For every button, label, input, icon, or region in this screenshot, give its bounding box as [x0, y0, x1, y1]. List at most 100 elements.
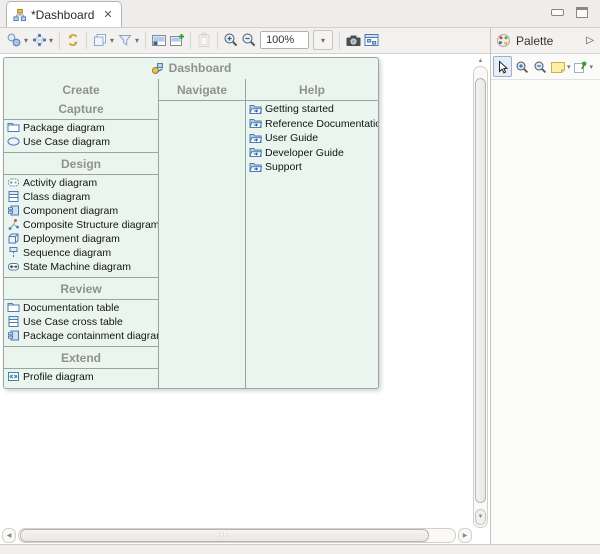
palette-header[interactable]: Palette ▷ [491, 28, 600, 54]
maximize-icon[interactable] [576, 7, 588, 18]
palette-expand-icon[interactable]: ▷ [586, 35, 594, 46]
diagram-properties-button[interactable] [362, 30, 380, 50]
item-deployment-diagram[interactable]: Deployment diagram [4, 232, 158, 246]
table-icon [7, 315, 20, 328]
item-label: Profile diagram [23, 371, 94, 383]
column-header-help: Help [246, 79, 378, 99]
item-label: Documentation table [23, 302, 119, 314]
item-use-case-cross-table[interactable]: Use Case cross table [4, 315, 158, 329]
editor-tab-bar: *Dashboard ✕ [0, 0, 600, 28]
item-label: Getting started [265, 103, 334, 115]
editor-column: ▾ ▾ [0, 28, 491, 544]
zoom-in-button[interactable] [222, 30, 240, 50]
filters-button[interactable] [116, 30, 134, 50]
horizontal-scroll-track[interactable]: ∶∶∶ [18, 528, 456, 543]
palette-toolbar: ▾ ▾ [491, 54, 600, 80]
item-label: User Guide [265, 132, 318, 144]
separator-line [4, 174, 158, 175]
help-item-user-guide[interactable]: User Guide [246, 131, 378, 146]
palette-zoom-out-button[interactable] [531, 57, 548, 76]
item-profile-diagram[interactable]: Profile diagram [4, 370, 158, 384]
item-label: Use Case cross table [23, 316, 123, 328]
item-documentation-table[interactable]: Documentation table [4, 301, 158, 315]
palette-body[interactable] [491, 80, 600, 544]
section-header-review: Review [4, 279, 158, 298]
section-header-design: Design [4, 154, 158, 173]
zoom-level-value[interactable]: 100% [260, 31, 309, 49]
tab-dashboard[interactable]: *Dashboard ✕ [6, 1, 122, 27]
dropdown-arrow-icon[interactable]: ▾ [110, 36, 114, 45]
item-package-diagram[interactable]: Package diagram [4, 121, 158, 135]
dropdown-arrow-icon[interactable]: ▾ [135, 36, 139, 45]
item-state-machine-diagram[interactable]: State Machine diagram [4, 260, 158, 274]
vertical-scroll-thumb[interactable] [475, 78, 486, 503]
add-image-button[interactable] [168, 30, 186, 50]
sync-arrows-icon [65, 32, 81, 48]
toolbar-separator [59, 32, 60, 49]
export-image-button[interactable] [150, 30, 168, 50]
diagram-toolbar: ▾ ▾ [0, 28, 490, 54]
separator-line [4, 277, 158, 278]
item-package-containment-diagram[interactable]: Package containment diagram [4, 329, 158, 343]
zoom-level-combo[interactable]: 100% ▾ [260, 30, 333, 50]
profile-diagram-icon [7, 370, 20, 383]
item-label: Sequence diagram [23, 247, 111, 259]
note-tool-button[interactable] [549, 57, 566, 76]
filter-funnel-icon [117, 32, 133, 48]
toolbar-separator [86, 32, 87, 49]
zoom-out-button[interactable] [240, 30, 258, 50]
dropdown-arrow-icon[interactable]: ▾ [24, 36, 28, 45]
palette-zoom-in-button[interactable] [513, 57, 530, 76]
horizontal-scrollbar[interactable]: ◀ ∶∶∶ ▶ [2, 529, 472, 542]
scroll-down-button[interactable]: ▼ [475, 509, 486, 525]
scroll-grip-icon: ∶∶∶ [219, 533, 230, 538]
scroll-right-button[interactable]: ▶ [458, 528, 472, 543]
cursor-icon [496, 60, 509, 74]
item-class-diagram[interactable]: Class diagram [4, 190, 158, 204]
zoom-in-icon [223, 32, 239, 48]
select-tool-button[interactable] [493, 56, 512, 77]
section-header-extend: Extend [4, 348, 158, 367]
column-header-create: Create [4, 79, 158, 99]
minimize-icon[interactable] [551, 9, 564, 16]
palette-title: Palette [516, 34, 581, 48]
vertical-scroll-track[interactable]: ▼ [473, 66, 488, 528]
item-activity-diagram[interactable]: Activity diagram [4, 176, 158, 190]
separator-line [4, 119, 158, 120]
separator-line [4, 152, 158, 153]
toolbar-separator [217, 32, 218, 49]
screenshot-button[interactable] [344, 30, 362, 50]
dropdown-arrow-icon[interactable]: ▾ [567, 63, 571, 71]
zoom-in-icon [515, 60, 529, 74]
item-label: Activity diagram [23, 177, 97, 189]
sync-with-model-button[interactable] [64, 30, 82, 50]
folder-icon [7, 121, 20, 134]
item-label: Composite Structure diagram [23, 219, 158, 231]
item-component-diagram[interactable]: Component diagram [4, 204, 158, 218]
component-diagram-icon [7, 204, 20, 217]
arrange-button[interactable] [30, 30, 48, 50]
vertical-scrollbar[interactable]: ▲ ▼ [473, 56, 488, 528]
camera-icon [345, 33, 362, 48]
help-item-support[interactable]: Support [246, 160, 378, 175]
display-elements-button[interactable] [5, 30, 23, 50]
help-item-getting-started[interactable]: Getting started [246, 102, 378, 117]
item-sequence-diagram[interactable]: Sequence diagram [4, 246, 158, 260]
dropdown-arrow-icon[interactable]: ▾ [590, 63, 594, 71]
item-use-case-diagram[interactable]: Use Case diagram [4, 135, 158, 149]
help-item-reference-documentation[interactable]: Reference Documentation [246, 116, 378, 131]
composite-structure-icon [7, 218, 20, 231]
scroll-up-icon[interactable]: ▲ [478, 56, 484, 66]
item-composite-structure-diagram[interactable]: Composite Structure diagram [4, 218, 158, 232]
scroll-left-button[interactable]: ◀ [2, 528, 16, 543]
zoom-combo-dropdown[interactable]: ▾ [313, 30, 333, 50]
item-label: Class diagram [23, 191, 90, 203]
help-item-developer-guide[interactable]: Developer Guide [246, 145, 378, 160]
tab-close-icon[interactable]: ✕ [103, 8, 112, 21]
horizontal-scroll-thumb[interactable]: ∶∶∶ [20, 529, 429, 542]
diagram-canvas[interactable]: Dashboard Create Capture Packag [0, 54, 490, 544]
shapes-button[interactable] [91, 30, 109, 50]
state-machine-icon [7, 260, 20, 273]
link-tool-button[interactable] [572, 57, 589, 76]
dropdown-arrow-icon[interactable]: ▾ [49, 36, 53, 45]
